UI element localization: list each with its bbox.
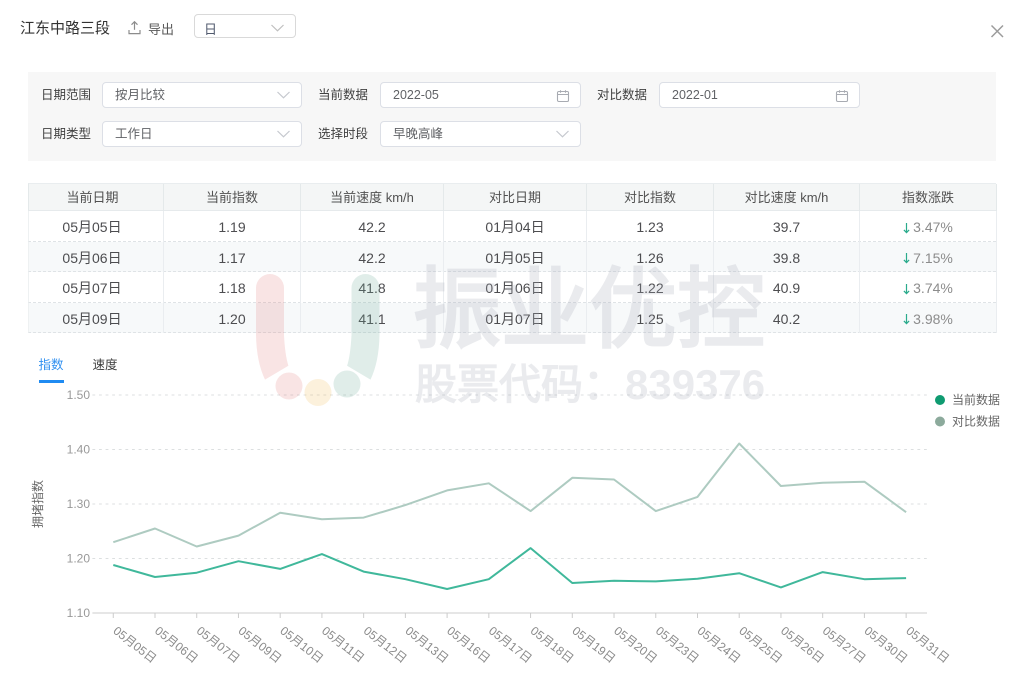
svg-text:05月06日: 05月06日: [152, 624, 201, 666]
svg-text:05月11日: 05月11日: [319, 624, 367, 666]
svg-text:1.30: 1.30: [67, 497, 91, 511]
svg-text:1.10: 1.10: [67, 606, 91, 620]
svg-text:拥堵指数: 拥堵指数: [30, 480, 45, 528]
svg-text:05月19日: 05月19日: [570, 624, 619, 666]
svg-text:05月20日: 05月20日: [611, 624, 660, 666]
svg-text:05月10日: 05月10日: [277, 624, 326, 666]
svg-text:05月09日: 05月09日: [236, 624, 285, 666]
svg-text:05月18日: 05月18日: [528, 624, 577, 666]
svg-text:05月25日: 05月25日: [736, 624, 785, 666]
svg-text:05月23日: 05月23日: [653, 624, 702, 666]
svg-text:05月24日: 05月24日: [695, 624, 744, 666]
svg-text:05月12日: 05月12日: [361, 624, 410, 666]
svg-text:05月16日: 05月16日: [444, 624, 493, 666]
svg-text:05月27日: 05月27日: [820, 624, 869, 666]
svg-text:05月26日: 05月26日: [778, 624, 827, 666]
svg-text:1.40: 1.40: [67, 443, 91, 457]
svg-text:当前数据: 当前数据: [952, 392, 1000, 407]
svg-text:05月30日: 05月30日: [862, 624, 911, 666]
svg-text:1.50: 1.50: [67, 388, 91, 402]
svg-text:05月13日: 05月13日: [403, 624, 452, 666]
svg-text:对比数据: 对比数据: [952, 414, 1000, 429]
svg-text:05月31日: 05月31日: [903, 624, 952, 666]
svg-text:1.20: 1.20: [67, 552, 91, 566]
svg-text:05月05日: 05月05日: [110, 624, 159, 666]
svg-text:05月17日: 05月17日: [486, 624, 535, 666]
svg-text:05月07日: 05月07日: [194, 624, 243, 666]
